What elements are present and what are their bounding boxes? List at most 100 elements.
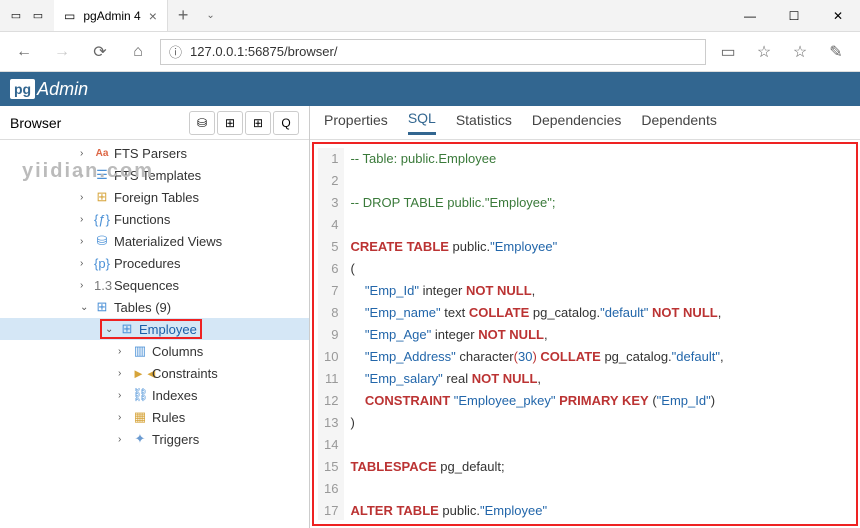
node-label: Constraints	[152, 366, 218, 381]
node-icon: {p}	[94, 256, 110, 271]
expand-icon[interactable]: ⌄	[80, 302, 90, 313]
browser-panel: Browser ⛁ ⊞ ⊞ Q yiidian.com ›AaFTS Parse…	[0, 106, 310, 528]
tree-node-fts-parsers[interactable]: › Aa FTS Parsers	[0, 142, 309, 164]
expand-icon[interactable]: ›	[118, 368, 128, 379]
node-icon: ▥	[132, 343, 148, 359]
refresh-button[interactable]: ⟳	[84, 36, 116, 68]
node-icon: ⊞	[94, 299, 110, 315]
browser-tab-active[interactable]: ▭ pgAdmin 4 ×	[54, 0, 168, 31]
tree-node-materialized-views[interactable]: › ⛁ Materialized Views	[0, 230, 309, 252]
tree-node-functions[interactable]: ›{ƒ}Functions	[0, 208, 309, 230]
favorites-list-icon[interactable]: ☆	[784, 36, 816, 68]
sql-code[interactable]: -- Table: public.Employee -- DROP TABLE …	[344, 148, 723, 520]
expand-icon[interactable]: ›	[118, 346, 128, 357]
tab-statistics[interactable]: Statistics	[456, 112, 512, 134]
back-button[interactable]: ←	[8, 36, 40, 68]
content-panel: Properties SQL Statistics Dependencies Depen…	[310, 106, 860, 528]
tree-node-indexes[interactable]: › ⛓ Indexes	[0, 384, 309, 406]
node-label: Sequences	[114, 278, 179, 293]
node-icon: ▦	[132, 409, 148, 425]
node-icon: ⛁	[94, 233, 110, 249]
node-label: Materialized Views	[114, 234, 222, 249]
restore-icon: ▭	[28, 6, 48, 26]
tree-node-triggers[interactable]: › ✦ Triggers	[0, 428, 309, 450]
expand-icon[interactable]: ›	[118, 434, 128, 445]
sql-editor[interactable]: 123456789101112131415161718 -- Table: pu…	[318, 148, 852, 520]
node-icon: ⛓	[132, 387, 148, 403]
expand-icon[interactable]: ›	[118, 412, 128, 423]
tree-node-foreign-tables[interactable]: ›⊞Foreign Tables	[0, 186, 309, 208]
browser-header-buttons: ⛁ ⊞ ⊞ Q	[189, 111, 299, 135]
browser-panel-header: Browser ⛁ ⊞ ⊞ Q	[0, 106, 309, 140]
tree-node-procedures[interactable]: › {p} Procedures	[0, 252, 309, 274]
pgadmin-logo[interactable]: pg Admin	[10, 79, 88, 100]
node-icon: ☰	[94, 167, 110, 183]
url-field[interactable]: ⓘ 127.0.0.1:56875/browser/	[160, 39, 706, 65]
view-data-button[interactable]: ⊞	[217, 111, 243, 135]
node-label: Procedures	[114, 256, 180, 271]
home-button[interactable]: ⌂	[122, 36, 154, 68]
url-text: 127.0.0.1:56875/browser/	[190, 44, 337, 59]
node-icon: ✦	[132, 431, 148, 447]
tab-properties[interactable]: Properties	[324, 112, 388, 134]
node-label: Functions	[114, 212, 170, 227]
tab-dependencies[interactable]: Dependencies	[532, 112, 622, 134]
window-title-bar: ▭ ▭ ▭ pgAdmin 4 × + ⌄ — ☐ ✕	[0, 0, 860, 32]
window-controls: — ☐ ✕	[728, 0, 860, 32]
minimize-button[interactable]: —	[728, 0, 772, 32]
tree-node-rules[interactable]: › ▦ Rules	[0, 406, 309, 428]
object-tree[interactable]: yiidian.com ›AaFTS Parsers›☰FTS Template…	[0, 140, 309, 528]
node-label: Tables (9)	[114, 300, 171, 315]
search-button[interactable]: Q	[273, 111, 299, 135]
close-tab-icon[interactable]: ×	[149, 8, 157, 24]
browser-address-bar: ← → ⟳ ⌂ ⓘ 127.0.0.1:56875/browser/ ▭ ☆ ☆…	[0, 32, 860, 72]
pg-logo-icon: pg	[10, 79, 35, 99]
tab-sql[interactable]: SQL	[408, 110, 436, 135]
node-icon: ⊞	[119, 321, 135, 337]
expand-icon[interactable]: ›	[80, 214, 90, 225]
expand-icon[interactable]: ⌄	[105, 324, 115, 335]
node-icon: Aa	[94, 148, 110, 159]
expand-icon[interactable]: ›	[80, 148, 90, 159]
node-label: Indexes	[152, 388, 198, 403]
tab-more-icon[interactable]: ⌄	[198, 10, 222, 21]
node-label: FTS Parsers	[114, 146, 187, 161]
reading-view-icon[interactable]: ▭	[712, 36, 744, 68]
expand-icon[interactable]: ›	[80, 258, 90, 269]
expand-icon[interactable]: ›	[80, 170, 90, 181]
node-icon: ►◄	[132, 366, 148, 381]
expand-icon[interactable]: ›	[80, 236, 90, 247]
cascade-icon: ▭	[6, 6, 26, 26]
query-tool-button[interactable]: ⛁	[189, 111, 215, 135]
filter-button[interactable]: ⊞	[245, 111, 271, 135]
line-gutter: 123456789101112131415161718	[318, 148, 344, 520]
browser-panel-title: Browser	[10, 115, 189, 131]
expand-icon[interactable]: ›	[80, 192, 90, 203]
main-split: Browser ⛁ ⊞ ⊞ Q yiidian.com ›AaFTS Parse…	[0, 106, 860, 528]
site-info-icon: ⓘ	[169, 42, 182, 61]
maximize-button[interactable]: ☐	[772, 0, 816, 32]
new-tab-button[interactable]: +	[168, 5, 199, 26]
tree-node-columns[interactable]: › ▥ Columns	[0, 340, 309, 362]
tree-node-sequences[interactable]: › 1.3 Sequences	[0, 274, 309, 296]
expand-icon[interactable]: ›	[80, 280, 90, 291]
tree-node-fts-templates[interactable]: ›☰FTS Templates	[0, 164, 309, 186]
forward-button[interactable]: →	[46, 36, 78, 68]
pgadmin-header: pg Admin	[0, 72, 860, 106]
tree-node-employee[interactable]: ⌄⊞Employee	[0, 318, 309, 340]
node-icon: 1.3	[94, 278, 110, 293]
node-label: Columns	[152, 344, 203, 359]
tree-node-tables-9-[interactable]: ⌄ ⊞ Tables (9)	[0, 296, 309, 318]
tab-page-icon: ▭	[64, 9, 75, 23]
notes-icon[interactable]: ✎	[820, 36, 852, 68]
expand-icon[interactable]: ›	[118, 390, 128, 401]
tab-dependents[interactable]: Dependents	[641, 112, 717, 134]
tree-node-constraints[interactable]: › ►◄ Constraints	[0, 362, 309, 384]
node-label: Triggers	[152, 432, 199, 447]
pg-logo-text: Admin	[37, 79, 88, 100]
content-tabs: Properties SQL Statistics Dependencies Depen…	[310, 106, 860, 140]
favorite-icon[interactable]: ☆	[748, 36, 780, 68]
node-label: Foreign Tables	[114, 190, 199, 205]
close-window-button[interactable]: ✕	[816, 0, 860, 32]
node-label: Rules	[152, 410, 185, 425]
